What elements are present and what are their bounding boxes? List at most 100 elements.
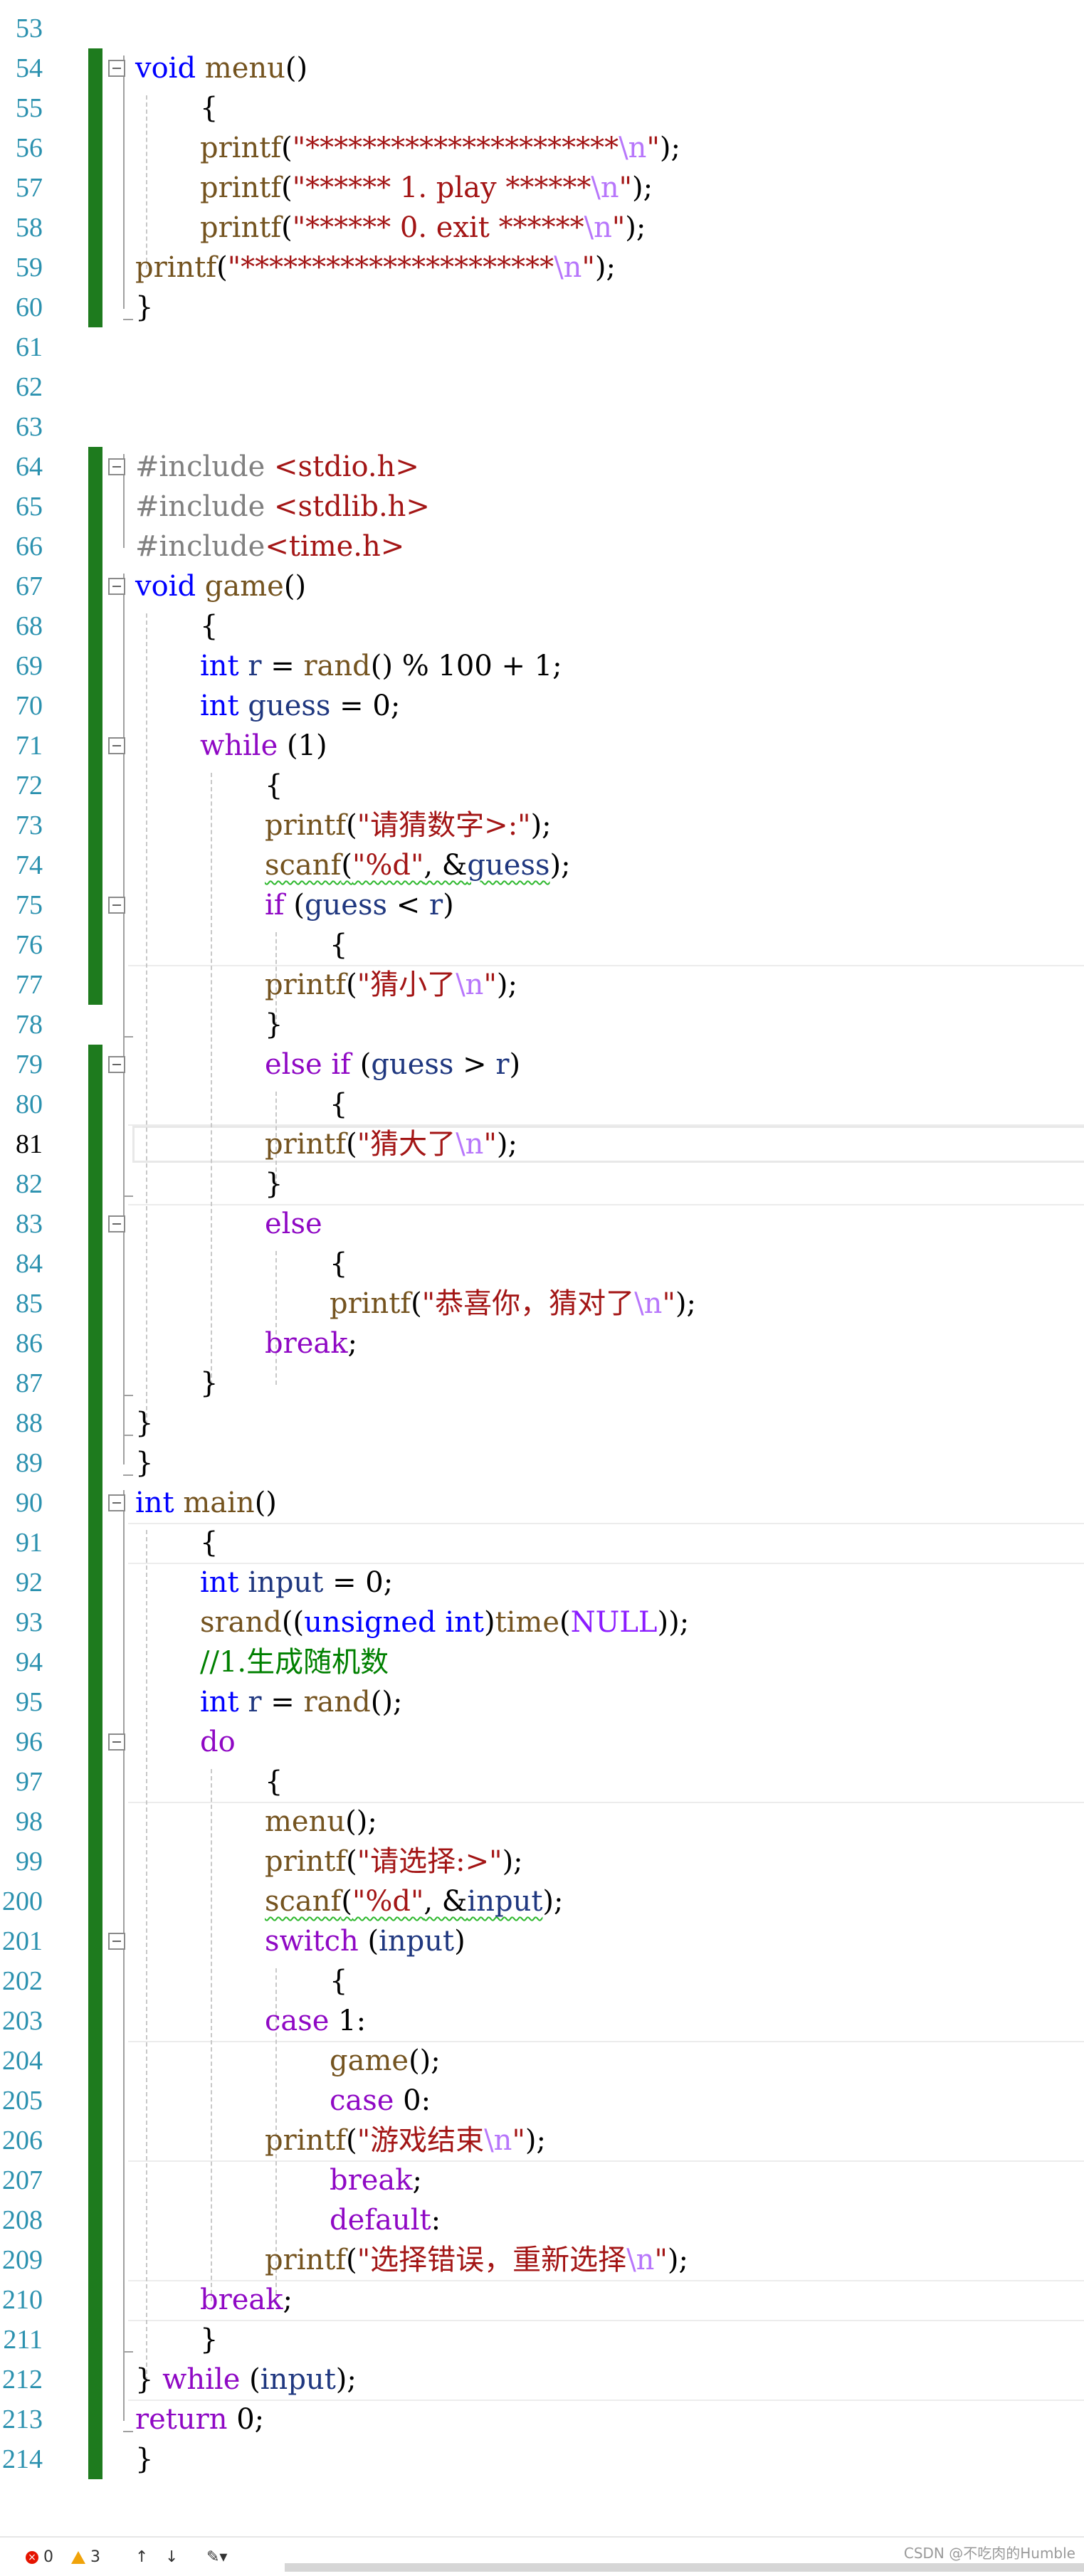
- line-number[interactable]: 53: [0, 9, 43, 48]
- code-line[interactable]: {: [330, 925, 347, 965]
- code-line[interactable]: break;: [330, 2160, 422, 2200]
- code-line[interactable]: default:: [330, 2200, 441, 2240]
- code-line[interactable]: printf("****** 1. play ******\n");: [200, 168, 653, 208]
- code-line[interactable]: case 1:: [265, 2001, 366, 2041]
- code-line[interactable]: switch (input): [265, 1921, 465, 1961]
- line-number[interactable]: 205: [0, 2081, 43, 2121]
- line-number[interactable]: 96: [0, 1722, 43, 1762]
- error-count[interactable]: × 0: [26, 2549, 53, 2566]
- code-line[interactable]: #include<time.h>: [135, 527, 404, 566]
- line-number[interactable]: 88: [0, 1403, 43, 1443]
- code-line[interactable]: }: [200, 1363, 218, 1403]
- line-number[interactable]: 63: [0, 407, 43, 447]
- code-line[interactable]: do: [200, 1722, 236, 1762]
- code-line[interactable]: void game(): [135, 566, 306, 606]
- code-line[interactable]: printf("**********************\n");: [200, 128, 680, 168]
- code-line[interactable]: printf("请猜数字>:");: [265, 806, 552, 845]
- line-number[interactable]: 202: [0, 1961, 43, 2001]
- code-line[interactable]: break;: [200, 2280, 293, 2320]
- code-line[interactable]: game();: [330, 2041, 441, 2081]
- collapse-toggle-icon[interactable]: [108, 1056, 125, 1073]
- code-line[interactable]: printf("****** 0. exit ******\n");: [200, 208, 646, 248]
- line-number[interactable]: 93: [0, 1603, 43, 1642]
- line-number[interactable]: 56: [0, 128, 43, 168]
- code-line[interactable]: case 0:: [330, 2081, 431, 2121]
- line-number[interactable]: 204: [0, 2041, 43, 2081]
- code-line[interactable]: return 0;: [135, 2400, 264, 2439]
- code-line[interactable]: srand((unsigned int)time(NULL));: [200, 1603, 689, 1642]
- line-number[interactable]: 66: [0, 527, 43, 566]
- code-line[interactable]: int r = rand() % 100 + 1;: [200, 646, 562, 686]
- collapse-toggle-icon[interactable]: [108, 1933, 125, 1950]
- warning-count[interactable]: 3: [71, 2549, 100, 2566]
- line-number[interactable]: 80: [0, 1084, 43, 1124]
- line-number[interactable]: 207: [0, 2160, 43, 2200]
- code-line[interactable]: int input = 0;: [200, 1563, 393, 1603]
- line-number[interactable]: 71: [0, 726, 43, 766]
- collapse-toggle-icon[interactable]: [108, 578, 125, 595]
- line-number[interactable]: 214: [0, 2439, 43, 2479]
- line-number[interactable]: 64: [0, 447, 43, 487]
- code-line[interactable]: while (1): [200, 726, 327, 766]
- line-number[interactable]: 98: [0, 1802, 43, 1842]
- line-number[interactable]: 81: [0, 1124, 43, 1164]
- line-number[interactable]: 85: [0, 1284, 43, 1324]
- code-line[interactable]: int guess = 0;: [200, 686, 400, 726]
- line-number[interactable]: 70: [0, 686, 43, 726]
- line-number[interactable]: 79: [0, 1045, 43, 1084]
- line-number[interactable]: 208: [0, 2200, 43, 2240]
- line-number[interactable]: 54: [0, 48, 43, 88]
- code-line[interactable]: {: [265, 1762, 283, 1802]
- code-line[interactable]: scanf("%d", &input);: [265, 1881, 564, 1921]
- line-number[interactable]: 210: [0, 2280, 43, 2320]
- line-number[interactable]: 58: [0, 208, 43, 248]
- line-number[interactable]: 203: [0, 2001, 43, 2041]
- line-number[interactable]: 65: [0, 487, 43, 527]
- line-number[interactable]: 75: [0, 885, 43, 925]
- line-number[interactable]: 95: [0, 1682, 43, 1722]
- code-line[interactable]: {: [330, 1084, 347, 1124]
- line-number[interactable]: 86: [0, 1324, 43, 1363]
- code-editor[interactable]: 53 54 void menu() 55{56 printf("************…: [0, 0, 1084, 2533]
- line-number[interactable]: 67: [0, 566, 43, 606]
- code-line[interactable]: printf("游戏结束\n");: [265, 2121, 546, 2160]
- line-number[interactable]: 87: [0, 1363, 43, 1403]
- code-line[interactable]: }: [135, 1403, 153, 1443]
- line-number[interactable]: 62: [0, 367, 43, 407]
- collapse-toggle-icon[interactable]: [108, 1733, 125, 1751]
- code-line[interactable]: }: [265, 1005, 283, 1045]
- collapse-toggle-icon[interactable]: [108, 737, 125, 754]
- code-line[interactable]: }: [135, 2439, 153, 2479]
- line-number[interactable]: 74: [0, 845, 43, 885]
- line-number[interactable]: 83: [0, 1204, 43, 1244]
- line-number[interactable]: 211: [0, 2320, 43, 2360]
- code-line[interactable]: } while (input);: [135, 2360, 357, 2400]
- code-line[interactable]: {: [200, 606, 218, 646]
- collapse-toggle-icon[interactable]: [108, 897, 125, 914]
- line-number[interactable]: 82: [0, 1164, 43, 1204]
- collapse-toggle-icon[interactable]: [108, 1494, 125, 1511]
- line-number[interactable]: 59: [0, 248, 43, 287]
- code-cleanup-icon[interactable]: ✎▾: [206, 2549, 227, 2566]
- line-number[interactable]: 92: [0, 1563, 43, 1603]
- code-line[interactable]: void menu(): [135, 48, 307, 88]
- line-number[interactable]: 97: [0, 1762, 43, 1802]
- code-line[interactable]: {: [265, 766, 283, 806]
- line-number[interactable]: 213: [0, 2400, 43, 2439]
- line-number[interactable]: 57: [0, 168, 43, 208]
- code-line[interactable]: if (guess < r): [265, 885, 454, 925]
- collapse-toggle-icon[interactable]: [108, 1215, 125, 1232]
- line-number[interactable]: 90: [0, 1483, 43, 1523]
- code-line[interactable]: #include <stdio.h>: [135, 447, 419, 487]
- code-line[interactable]: {: [200, 1523, 218, 1563]
- code-line[interactable]: printf("**********************\n");: [135, 248, 616, 287]
- code-line[interactable]: menu();: [265, 1802, 377, 1842]
- code-line[interactable]: printf("猜小了\n");: [265, 965, 517, 1005]
- code-line[interactable]: else: [265, 1204, 322, 1244]
- code-line[interactable]: int r = rand();: [200, 1682, 402, 1722]
- code-line[interactable]: printf("请选择:>");: [265, 1842, 523, 1881]
- line-number[interactable]: 60: [0, 287, 43, 327]
- line-number[interactable]: 201: [0, 1921, 43, 1961]
- line-number[interactable]: 206: [0, 2121, 43, 2160]
- line-number[interactable]: 94: [0, 1642, 43, 1682]
